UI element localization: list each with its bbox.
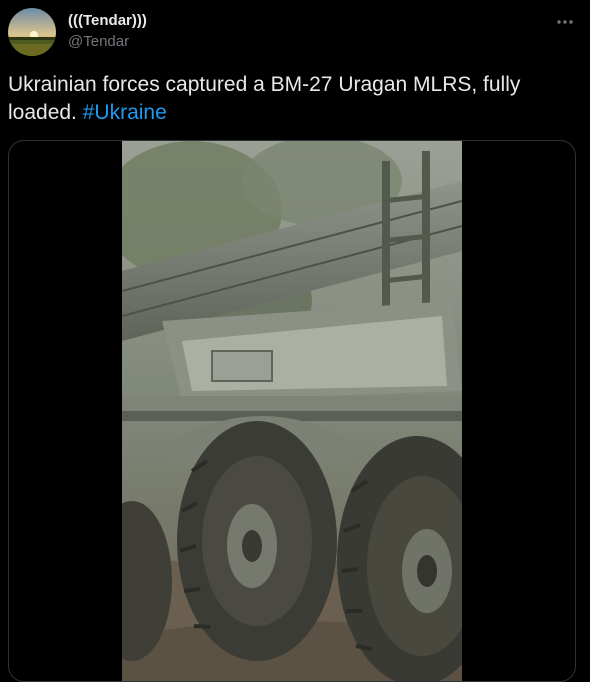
avatar[interactable] (8, 8, 56, 56)
tweet[interactable]: (((Tendar))) @Tendar Ukrainian forces ca… (0, 0, 590, 682)
display-name[interactable]: (((Tendar))) (68, 12, 147, 29)
video-frame-truck (122, 141, 462, 681)
media-container (8, 140, 576, 682)
avatar-image (8, 8, 56, 56)
more-horizontal-icon (557, 20, 573, 24)
hashtag-link[interactable]: #Ukraine (83, 101, 167, 124)
tweet-text: Ukrainian forces captured a BM-27 Uragan… (8, 71, 580, 127)
more-options-button[interactable] (548, 8, 582, 36)
video-player[interactable] (122, 141, 462, 681)
user-handle[interactable]: @Tendar (68, 33, 129, 50)
